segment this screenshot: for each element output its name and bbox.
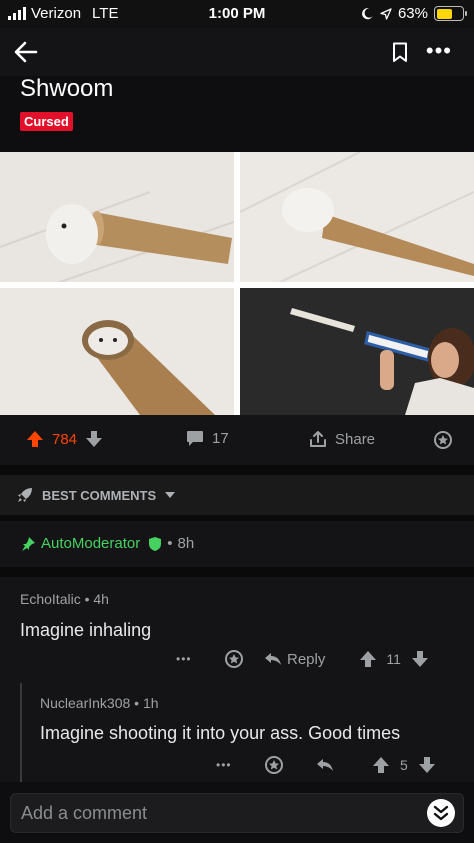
comment-sort-bar[interactable]: BEST COMMENTS: [0, 475, 474, 515]
automoderator-comment[interactable]: AutoModerator • 8h: [0, 521, 474, 567]
moon-icon: [362, 8, 373, 20]
comment-meta: NuclearInk308 • 1h: [40, 695, 159, 711]
comment-age: 1h: [142, 695, 159, 711]
meta-separator: •: [84, 591, 90, 607]
arrow-left-icon[interactable]: [12, 38, 40, 66]
comment-item[interactable]: EchoItalic • 4h Imagine inhaling ••• Rep…: [0, 577, 474, 679]
comments-count: 17: [212, 430, 229, 447]
thread-line: [20, 683, 22, 782]
section-divider: [0, 567, 474, 577]
award-icon: [434, 431, 452, 449]
post-header-bar: •••: [0, 28, 474, 76]
comment-body: Imagine shooting it into your ass. Good …: [40, 723, 401, 743]
status-right: 63%: [361, 5, 467, 22]
meta-separator: •: [134, 695, 140, 711]
award-icon[interactable]: [224, 649, 244, 669]
downvote-arrow-icon[interactable]: [85, 430, 103, 448]
more-options-icon[interactable]: •••: [176, 652, 198, 666]
automod-age: 8h: [177, 535, 195, 552]
location-arrow-icon: [380, 7, 392, 20]
post-action-bar: 784 17 Share: [0, 415, 474, 465]
upvote-arrow-icon[interactable]: [359, 650, 377, 668]
comment-score: 5: [400, 757, 408, 773]
automod-separator: •: [167, 535, 173, 552]
moderator-shield-icon: [149, 536, 162, 551]
bookmark-icon[interactable]: [392, 42, 408, 63]
comment-meta: EchoItalic • 4h: [20, 591, 109, 607]
upvote-arrow-icon[interactable]: [26, 430, 44, 448]
share-icon: [310, 431, 326, 447]
battery-icon: [434, 6, 467, 21]
status-bar: Verizon LTE 1:00 PM 63%: [0, 0, 474, 28]
post-title: Shwoom: [20, 75, 114, 102]
award-button[interactable]: [433, 430, 453, 450]
jump-to-next-button[interactable]: [427, 799, 455, 827]
vote-control: 784: [26, 430, 103, 448]
gallery-image-2[interactable]: [240, 152, 474, 282]
automod-author[interactable]: AutoModerator: [41, 535, 140, 552]
more-options-icon[interactable]: •••: [216, 758, 238, 772]
comment-actions: ••• Reply 11: [176, 649, 429, 669]
award-icon[interactable]: [264, 755, 284, 775]
downvote-arrow-icon[interactable]: [418, 756, 436, 774]
add-comment-field[interactable]: Add a comment: [10, 793, 464, 833]
add-comment-placeholder: Add a comment: [21, 803, 148, 823]
comment-author[interactable]: EchoItalic: [20, 591, 81, 607]
comment-bubble-icon: [187, 431, 203, 446]
comments-count-button[interactable]: 17: [186, 430, 229, 447]
comment-body: Imagine inhaling: [20, 620, 152, 640]
comment-age: 4h: [93, 591, 109, 607]
section-divider: [0, 465, 474, 475]
comment-composer: Add a comment: [0, 782, 474, 843]
reply-arrow-icon: [265, 653, 281, 665]
comment-actions: ••• 5: [216, 755, 436, 775]
share-button[interactable]: Share: [309, 430, 375, 448]
comment-author[interactable]: NuclearInk308: [40, 695, 130, 711]
reply-arrow-icon[interactable]: [316, 757, 334, 773]
rocket-icon: [18, 488, 32, 502]
reply-label: Reply: [287, 650, 326, 668]
comment-score: 11: [386, 651, 401, 667]
share-label: Share: [335, 430, 376, 448]
sort-label: BEST COMMENTS: [42, 487, 157, 503]
more-horizontal-icon[interactable]: •••: [426, 38, 452, 64]
double-chevron-down-icon: [433, 805, 449, 821]
upvote-arrow-icon[interactable]: [372, 756, 390, 774]
pin-icon: [22, 536, 35, 551]
upvote-count: 784: [52, 430, 78, 448]
gallery-image-3[interactable]: [0, 288, 234, 415]
chevron-down-icon: [165, 492, 176, 498]
reply-button[interactable]: Reply: [264, 651, 325, 668]
battery-percent: 63%: [397, 5, 428, 22]
gallery-image-4[interactable]: [240, 288, 474, 415]
post-flair[interactable]: Cursed: [20, 112, 73, 131]
downvote-arrow-icon[interactable]: [411, 650, 429, 668]
image-gallery[interactable]: [0, 152, 474, 415]
comment-reply-item[interactable]: NuclearInk308 • 1h Imagine shooting it i…: [0, 679, 474, 782]
gallery-image-1[interactable]: [0, 152, 234, 282]
